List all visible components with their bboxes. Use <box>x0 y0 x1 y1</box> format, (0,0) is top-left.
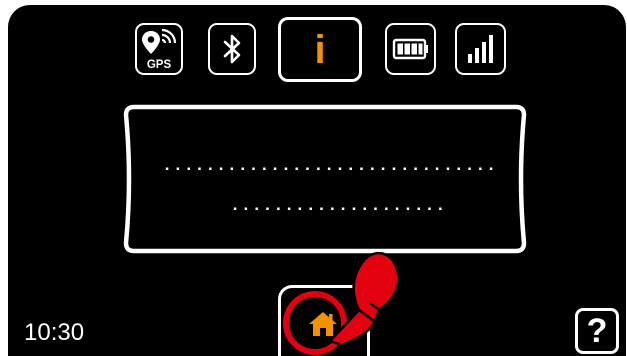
bluetooth-icon <box>223 34 241 64</box>
clock: 10:30 <box>24 319 85 346</box>
battery-cell <box>397 43 403 55</box>
battery-icon <box>392 38 428 60</box>
signal-bar <box>467 54 472 63</box>
home-button[interactable] <box>278 285 370 356</box>
help-button[interactable]: ? <box>575 308 619 354</box>
signal-icon <box>467 35 493 63</box>
signal-bar <box>481 42 486 63</box>
tab-gps[interactable]: GPS <box>135 23 183 75</box>
message-panel: ............................... ........… <box>122 103 528 255</box>
gps-label: GPS <box>147 59 172 71</box>
tab-bluetooth[interactable] <box>208 23 256 75</box>
battery-cell <box>404 43 410 55</box>
signal-bar <box>474 48 479 63</box>
tab-battery[interactable] <box>385 23 436 75</box>
home-icon <box>309 312 337 336</box>
tab-signal[interactable] <box>455 23 506 75</box>
gps-icon: GPS <box>142 28 177 71</box>
device-screen: GPS i ............................... ..… <box>8 5 626 356</box>
info-icon: i <box>314 27 326 72</box>
signal-bar <box>488 35 493 63</box>
battery-cell <box>411 43 417 55</box>
message-line-1: ............................... <box>162 157 497 176</box>
message-frame <box>123 104 527 254</box>
battery-cell <box>418 43 422 55</box>
tab-info[interactable]: i <box>278 17 362 82</box>
message-line-2: .................... <box>230 197 447 216</box>
